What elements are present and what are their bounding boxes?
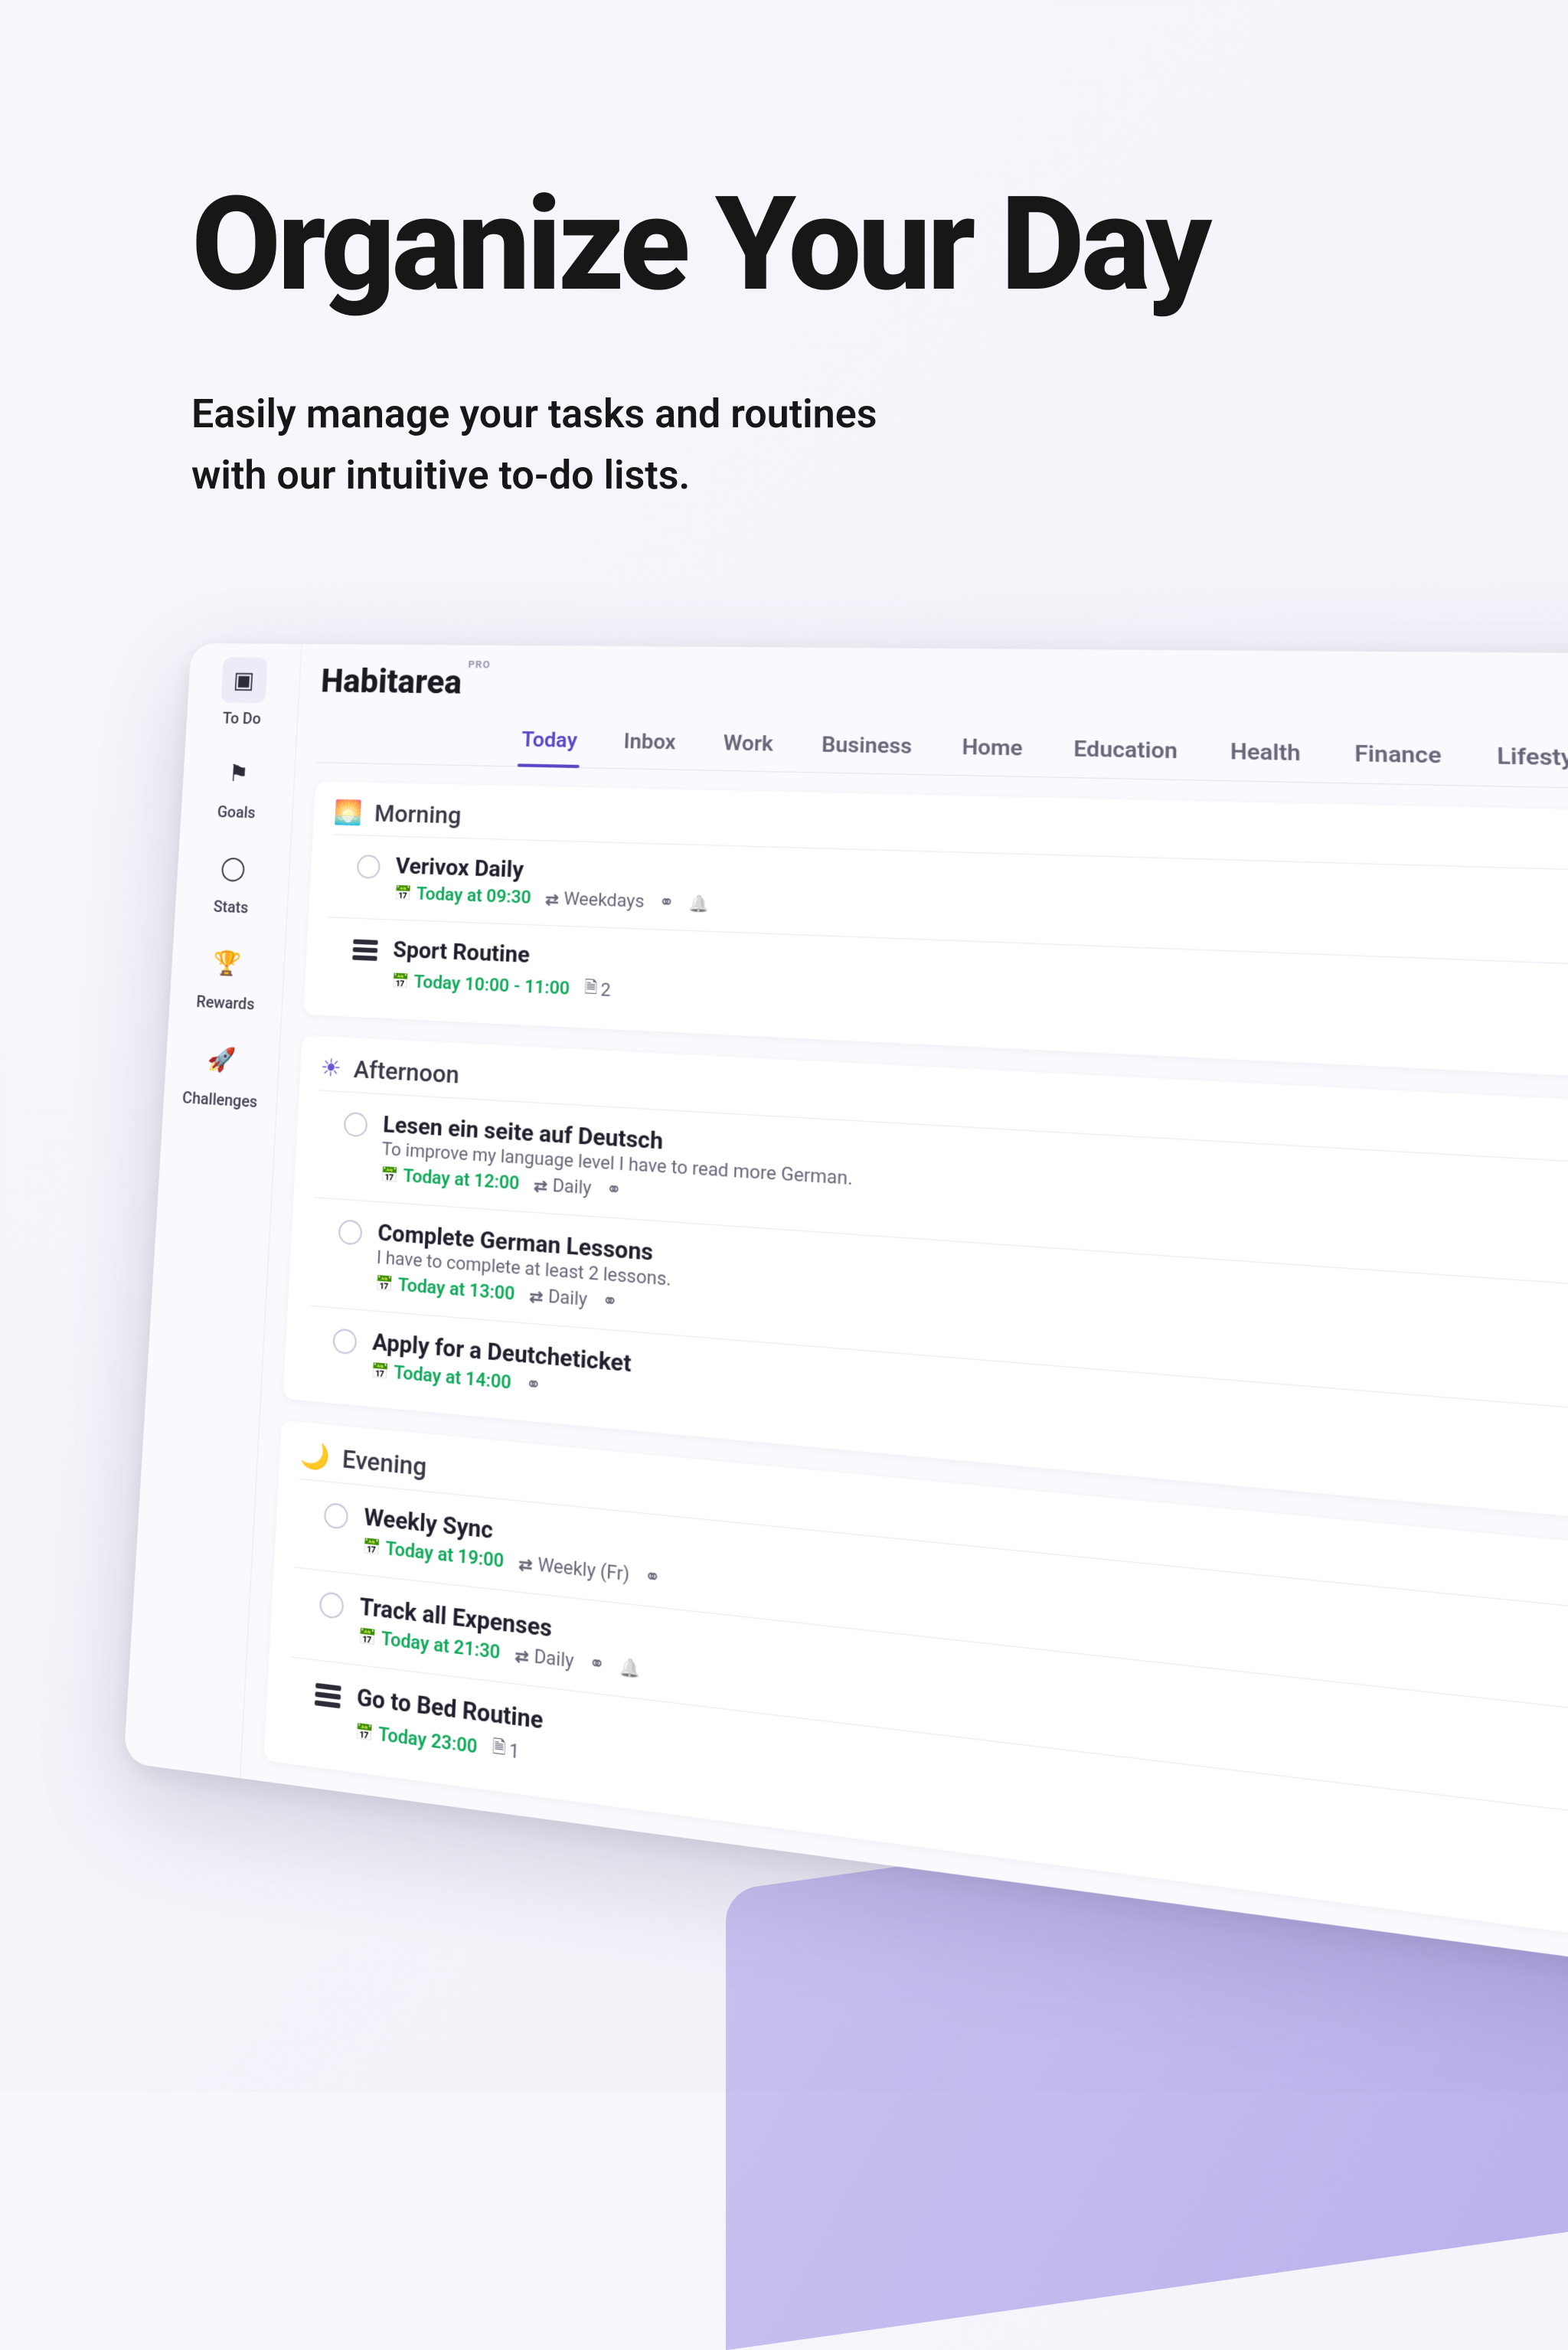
section-title: Evening	[341, 1445, 427, 1482]
tab-business[interactable]: Business	[818, 721, 916, 774]
routine-icon	[315, 1683, 341, 1708]
tab-lifestyle[interactable]: Lifestyle	[1493, 731, 1568, 788]
sidebar-item-label: To Do	[222, 709, 261, 728]
tab-health[interactable]: Health	[1227, 727, 1305, 782]
sidebar-item-label: Goals	[217, 802, 256, 822]
share-icon	[602, 1290, 618, 1312]
task-checkbox[interactable]	[357, 855, 381, 879]
task-repeat: Daily	[529, 1285, 587, 1310]
afternoon-icon: ☀	[320, 1054, 342, 1083]
trophy-icon: 🏆	[213, 949, 243, 978]
task-repeat: Daily	[514, 1644, 574, 1673]
bell-icon	[688, 894, 710, 915]
task-checkbox[interactable]	[319, 1591, 345, 1620]
page-subtitle: Easily manage your tasks and routines wi…	[191, 384, 1377, 507]
sidebar-item-rewards[interactable]: 🏆 Rewards	[169, 937, 285, 1015]
bell-icon	[619, 1656, 642, 1681]
sidebar-item-challenges[interactable]: 🚀 Challenges	[163, 1033, 279, 1113]
tab-finance[interactable]: Finance	[1351, 730, 1446, 785]
sidebar-item-to-do[interactable]: ▣ To Do	[186, 657, 300, 728]
tab-home[interactable]: Home	[958, 724, 1026, 776]
task-checkbox[interactable]	[324, 1502, 349, 1530]
task-repeat: Weekdays	[545, 888, 645, 912]
section-morning: 🌅MorningVerivox DailyToday at 09:30Weekd…	[303, 781, 1568, 1090]
task-content: 🌅MorningVerivox DailyToday at 09:30Weekd…	[240, 763, 1568, 2005]
share-icon	[644, 1566, 660, 1590]
task-due: Today 23:00	[354, 1721, 478, 1758]
page-title: Organize Your Day	[191, 176, 1377, 313]
sidebar-item-label: Stats	[213, 897, 249, 917]
sidebar-item-stats[interactable]: ◯ Stats	[175, 843, 291, 918]
sidebar-item-label: Rewards	[196, 992, 255, 1013]
task-due: Today at 13:00	[375, 1273, 515, 1305]
tab-inbox[interactable]: Inbox	[619, 718, 680, 769]
brand-pro-badge: PRO	[468, 659, 491, 672]
subtask-count: 1	[492, 1734, 520, 1767]
task-due: Today 10:00 - 11:00	[391, 971, 570, 999]
sidebar-item-goals[interactable]: ⚑ Goals	[181, 750, 296, 823]
brand-logo: Habitarea PRO	[320, 662, 462, 702]
task-checkbox[interactable]	[332, 1328, 357, 1355]
task-checkbox[interactable]	[344, 1112, 368, 1138]
app-window: ▣ To Do ⚑ Goals ◯ Stats 🏆 Rewards 🚀 Challenges Ha…	[123, 643, 1568, 2005]
share-icon	[606, 1179, 622, 1201]
subtask-count: 2	[584, 976, 612, 1005]
routine-icon	[352, 940, 378, 961]
evening-icon: 🌙	[299, 1440, 330, 1472]
tab-work[interactable]: Work	[719, 720, 777, 771]
task-due: Today at 09:30	[394, 884, 531, 908]
sidebar-item-label: Challenges	[182, 1088, 258, 1112]
task-repeat: Daily	[534, 1175, 592, 1199]
tab-education[interactable]: Education	[1070, 725, 1181, 780]
rocket-icon: 🚀	[207, 1045, 237, 1074]
flag-icon: ⚑	[228, 760, 250, 787]
circle-icon: ◯	[220, 854, 247, 882]
share-icon	[525, 1374, 541, 1397]
task-checkbox[interactable]	[338, 1219, 362, 1245]
inbox-icon: ▣	[233, 667, 255, 694]
morning-icon: 🌅	[333, 799, 363, 827]
section-title: Afternoon	[353, 1055, 460, 1090]
task-repeat: Weekly (Fr)	[518, 1552, 630, 1586]
section-title: Morning	[374, 800, 462, 830]
share-icon	[589, 1652, 605, 1676]
tab-today[interactable]: Today	[518, 717, 581, 767]
share-icon	[658, 892, 675, 913]
task-due: Today at 12:00	[380, 1165, 519, 1195]
